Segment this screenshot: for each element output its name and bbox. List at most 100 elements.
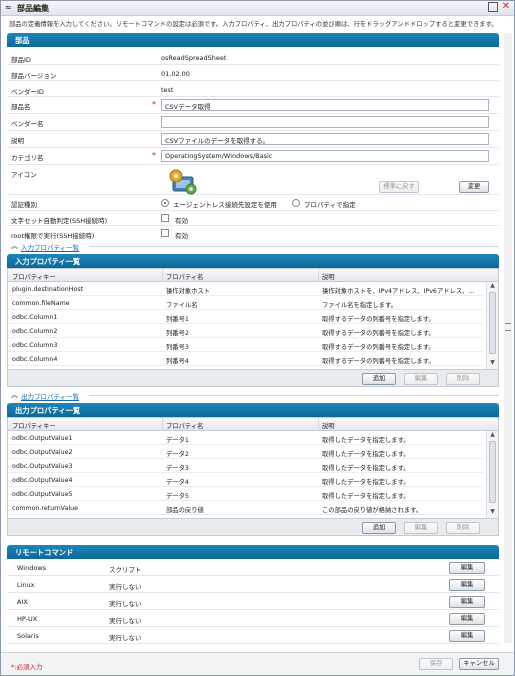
component-id-label: 部品ID: [11, 56, 31, 64]
table-row[interactable]: odbc.Column4 列番号4 取得するデータの列番号を指定します。: [8, 353, 484, 366]
input-delete-button[interactable]: 削除: [446, 373, 480, 385]
auth-option-agentless: エージェントレス接続先設定を使用: [173, 201, 277, 209]
cell-description: 取得するデータの列番号を指定します。: [322, 358, 435, 365]
table-row[interactable]: odbc.Column2 列番号2 取得するデータの列番号を指定します。: [8, 325, 484, 338]
edit-linux-button[interactable]: 編集: [449, 579, 485, 591]
scroll-up-icon[interactable]: ▲: [487, 431, 498, 440]
edit-solaris-button[interactable]: 編集: [449, 630, 485, 642]
scroll-down-icon[interactable]: ▼: [487, 508, 498, 517]
edit-windows-button[interactable]: 編集: [449, 562, 485, 574]
input-add-button[interactable]: 追加: [362, 373, 396, 385]
root-checkbox-label: 有効: [175, 232, 188, 240]
divider: [89, 246, 499, 247]
scroll-up-icon[interactable]: ▲: [487, 282, 498, 291]
cell-name: 列番号3: [166, 344, 189, 351]
table-row[interactable]: odbc.OutputValue3 データ3 取得したデータを指定します。: [8, 460, 484, 473]
table-row[interactable]: odbc.OutputValue5 データ5 取得したデータを指定します。: [8, 488, 484, 501]
root-checkbox[interactable]: [161, 229, 169, 237]
table-row[interactable]: common.returnValue 部品の戻り値 この部品の戻り値が格納されま…: [8, 502, 484, 515]
column-separator: [318, 269, 319, 282]
component-version-value: 01.02.00: [161, 70, 190, 78]
column-header[interactable]: プロパティキー: [12, 421, 56, 430]
row-description: 説明 CSVファイルのデータを取得する。: [7, 131, 499, 148]
row-component-name: 部品名 * CSVデータ取得: [7, 97, 499, 114]
collapse-icon[interactable]: ≈: [5, 3, 12, 12]
column-header[interactable]: 説明: [322, 421, 335, 430]
column-separator: [318, 418, 319, 431]
charset-checkbox-label: 有効: [175, 217, 188, 225]
cell-name: 列番号1: [166, 316, 189, 323]
row-component-version: 部品バージョン 01.02.00: [7, 66, 499, 81]
cancel-button[interactable]: キャンセル: [459, 658, 499, 670]
auth-radio-property[interactable]: [292, 199, 300, 207]
cell-name: 部品の戻り値: [166, 507, 204, 514]
output-properties-link[interactable]: 出力プロパティ一覧: [21, 391, 79, 401]
cell-key: odbc.Column4: [12, 356, 58, 363]
charset-checkbox[interactable]: [161, 214, 169, 222]
edit-hpux-button[interactable]: 編集: [449, 613, 485, 625]
output-table-scrollbar[interactable]: ▲ ▼: [486, 431, 498, 518]
scroll-down-icon[interactable]: ▼: [487, 359, 498, 368]
divider: [89, 395, 499, 396]
input-properties-link[interactable]: 入力プロパティ一覧: [21, 242, 79, 252]
table-row[interactable]: odbc.OutputValue4 データ4 取得したデータを指定します。: [8, 474, 484, 487]
component-name-input[interactable]: CSVデータ取得: [161, 99, 489, 111]
category-input[interactable]: OperatingSystem/Windows/Basic: [161, 150, 489, 162]
input-table-scrollbar[interactable]: ▲ ▼: [486, 282, 498, 369]
content-area: 部品 部品ID osReadSpreadSheet 部品バージョン 01.02.…: [7, 33, 499, 644]
edit-aix-button[interactable]: 編集: [449, 596, 485, 608]
auth-radio-agentless[interactable]: [161, 199, 169, 207]
cell-key: odbc.OutputValue1: [12, 435, 73, 442]
scroll-thumb[interactable]: [489, 292, 496, 354]
dialog-scrollbar[interactable]: [504, 33, 512, 643]
cell-key: common.returnValue: [12, 505, 78, 512]
column-header[interactable]: プロパティキー: [12, 272, 56, 281]
table-row[interactable]: odbc.OutputValue2 データ2 取得したデータを指定します。: [8, 446, 484, 459]
collapse-input-icon[interactable]: ︽: [11, 241, 18, 251]
maximize-icon[interactable]: [488, 2, 498, 12]
cell-name: データ1: [166, 437, 189, 444]
vendor-id-label: ベンダーID: [11, 88, 44, 96]
row-root: root権限で実行(SSH接続時) 有効: [7, 226, 499, 241]
table-row[interactable]: odbc.OutputValue1 データ1 取得したデータを指定します。: [8, 432, 484, 445]
window-description: 部品の定義情報を入力してください。リモートコマンドの設定は必須です。入力プロパテ…: [9, 21, 498, 28]
close-icon[interactable]: ✕: [502, 1, 510, 12]
cell-description: 取得したデータを指定します。: [322, 451, 410, 458]
description-input[interactable]: CSVファイルのデータを取得する。: [161, 133, 489, 145]
icon-label: アイコン: [11, 171, 37, 179]
table-row[interactable]: plugin.destinationHost 操作対象ホスト 操作対象ホストを、…: [8, 283, 484, 296]
cell-key: odbc.OutputValue2: [12, 449, 73, 456]
category-label: カテゴリ名: [11, 154, 44, 162]
window-title: 部品編集: [17, 4, 49, 13]
cell-description: この部品の戻り値が格納されます。: [322, 507, 423, 514]
collapse-output-icon[interactable]: ︽: [11, 390, 18, 400]
scroll-thumb[interactable]: [489, 441, 496, 503]
charset-label: 文字セット自動判定(SSH接続時): [11, 217, 108, 225]
table-row[interactable]: common.fileName ファイル名 ファイル名を指定します。: [8, 297, 484, 310]
vendor-name-input[interactable]: [161, 116, 489, 128]
output-edit-button[interactable]: 編集: [404, 522, 438, 534]
column-header[interactable]: プロパティ名: [166, 421, 203, 430]
cell-description: ファイル名を指定します。: [322, 302, 397, 309]
remote-command-row-solaris: Solaris 実行しない 編集: [7, 627, 499, 644]
icon-change-button[interactable]: 変更: [459, 181, 489, 193]
vendor-name-label: ベンダー名: [11, 120, 44, 128]
output-delete-button[interactable]: 削除: [446, 522, 480, 534]
scroll-grip-icon[interactable]: [505, 323, 511, 331]
output-add-button[interactable]: 追加: [362, 522, 396, 534]
input-properties-table: プロパティキー プロパティ名 説明 plugin.destinationHost…: [7, 268, 499, 370]
table-row[interactable]: odbc.Column1 列番号1 取得するデータの列番号を指定します。: [8, 311, 484, 324]
icon-reset-button[interactable]: 標準に戻す: [379, 181, 419, 193]
row-category: カテゴリ名 * OperatingSystem/Windows/Basic: [7, 148, 499, 165]
input-edit-button[interactable]: 編集: [404, 373, 438, 385]
save-button[interactable]: 保存: [419, 658, 453, 670]
os-name: Solaris: [17, 632, 39, 640]
cell-key: odbc.Column1: [12, 314, 58, 321]
cell-key: odbc.Column2: [12, 328, 58, 335]
auth-label: 認証種別: [11, 201, 37, 209]
table-row[interactable]: odbc.Column3 列番号3 取得するデータの列番号を指定します。: [8, 339, 484, 352]
column-header[interactable]: 説明: [322, 272, 335, 281]
column-header[interactable]: プロパティ名: [166, 272, 203, 281]
output-properties-toolbar: 追加 編集 削除: [7, 519, 499, 536]
remote-command-row-aix: AIX 実行しない 編集: [7, 593, 499, 610]
